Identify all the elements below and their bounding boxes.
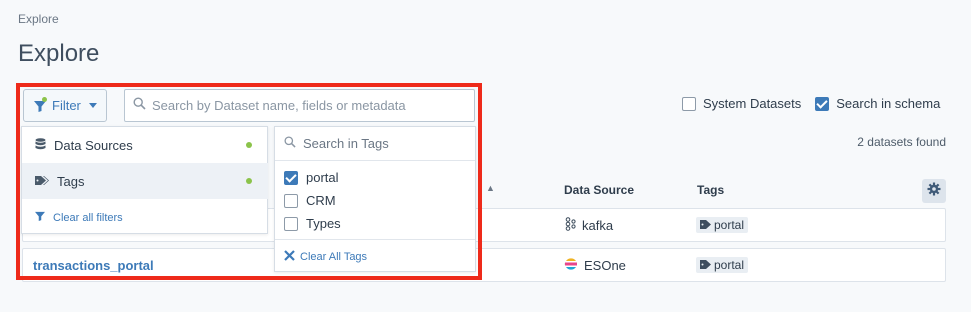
system-datasets-label: System Datasets: [703, 96, 802, 111]
filter-icon: [35, 211, 45, 224]
filter-menu-item-label: Tags: [57, 173, 85, 189]
search-icon: [284, 135, 296, 153]
search-icon: [133, 96, 146, 115]
search-in-schema-label: Search in schema: [836, 96, 941, 111]
tag-option-label: CRM: [306, 193, 336, 208]
tag-badge[interactable]: portal: [696, 217, 749, 233]
kafka-icon: [565, 217, 576, 234]
active-indicator-dot: [246, 178, 252, 184]
search-in-schema-checkbox[interactable]: [815, 96, 830, 111]
dataset-name-link[interactable]: transactions_portal: [33, 258, 154, 273]
divider: [275, 239, 475, 240]
dataset-search[interactable]: [124, 89, 475, 122]
elasticsearch-icon: [564, 257, 578, 274]
tag-badge[interactable]: portal: [696, 257, 749, 273]
clear-all-filters-label: Clear all filters: [53, 211, 123, 224]
column-settings-button[interactable]: [922, 179, 946, 203]
tag-search-input[interactable]: [303, 136, 463, 151]
database-icon: [35, 137, 46, 153]
tag-icon: [700, 218, 711, 232]
system-datasets-toggle[interactable]: System Datasets: [682, 96, 801, 111]
filter-menu-item-label: Data Sources: [54, 137, 133, 153]
tag-checkbox[interactable]: [284, 193, 298, 208]
sort-icon[interactable]: ▲: [486, 183, 495, 193]
chevron-down-icon: [88, 103, 97, 108]
tag-label: portal: [714, 258, 745, 272]
data-source-cell: ESOne: [564, 257, 626, 274]
tag-label: portal: [714, 218, 745, 232]
clear-all-filters-link[interactable]: Clear all filters: [35, 211, 123, 224]
system-datasets-checkbox[interactable]: [682, 96, 696, 111]
filter-menu-item-data-sources[interactable]: Data Sources: [22, 127, 268, 163]
clear-all-tags-link[interactable]: Clear All Tags: [284, 250, 367, 264]
clear-all-tags-label: Clear All Tags: [300, 251, 368, 263]
search-options: System Datasets Search in schema: [682, 96, 940, 111]
search-input[interactable]: [152, 98, 472, 113]
column-header-data-source[interactable]: Data Source: [564, 183, 634, 197]
tags-icon: [35, 174, 49, 189]
gear-icon: [927, 182, 941, 201]
filter-menu: Data Sources Tags Clear all filters: [21, 126, 268, 234]
column-header-tags[interactable]: Tags: [697, 183, 724, 197]
results-count: 2 datasets found: [857, 135, 946, 149]
page-title: Explore: [18, 40, 100, 67]
tag-search[interactable]: [275, 127, 475, 161]
filter-button[interactable]: Filter: [23, 89, 107, 122]
tag-option-types[interactable]: Types: [284, 216, 341, 231]
filter-menu-item-tags[interactable]: Tags: [22, 163, 268, 199]
tag-icon: [700, 258, 711, 272]
search-in-schema-toggle[interactable]: Search in schema: [815, 96, 940, 111]
tag-option-crm[interactable]: CRM: [284, 193, 336, 208]
tag-option-label: portal: [306, 170, 339, 185]
data-source-name: kafka: [582, 218, 614, 233]
tag-option-portal[interactable]: portal: [284, 170, 339, 185]
filter-button-label: Filter: [52, 98, 81, 113]
tag-checkbox[interactable]: [284, 170, 298, 185]
data-source-cell: kafka: [565, 217, 613, 234]
table-row[interactable]: transactions_portal ESOne portal: [22, 248, 946, 282]
tag-option-label: Types: [306, 216, 341, 231]
filter-icon: [34, 96, 47, 112]
tag-checkbox[interactable]: [284, 216, 298, 231]
breadcrumb[interactable]: Explore: [18, 12, 59, 26]
tags-menu: portal CRM Types Clear All Tags: [274, 126, 476, 272]
close-icon: [284, 250, 295, 264]
data-source-name: ESOne: [584, 258, 626, 273]
active-indicator-dot: [246, 142, 252, 148]
